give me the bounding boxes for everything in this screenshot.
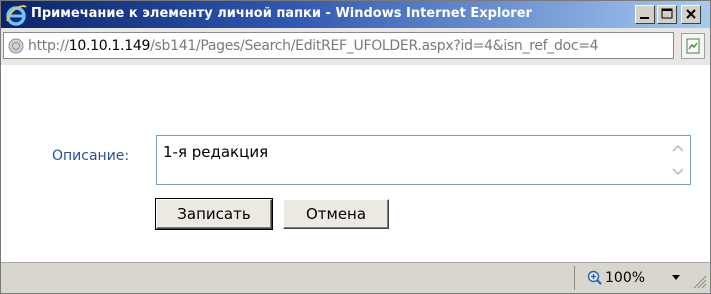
minimize-icon: [640, 17, 649, 19]
address-field[interactable]: http://10.10.1.149/sb141/Pages/Search/Ed…: [3, 32, 674, 59]
page-icon: [8, 38, 24, 54]
address-scheme: http://: [28, 38, 69, 54]
close-icon: [686, 9, 696, 19]
cancel-button[interactable]: Отмена: [283, 199, 389, 229]
address-url: http://10.10.1.149/sb141/Pages/Search/Ed…: [28, 38, 599, 54]
title-bar[interactable]: Примечание к элементу личной папки - Win…: [1, 1, 710, 28]
compatibility-view-button[interactable]: [681, 33, 705, 59]
description-label: Описание:: [52, 148, 130, 164]
ie-logo-icon: [6, 5, 27, 26]
address-bar: http://10.10.1.149/sb141/Pages/Search/Ed…: [1, 28, 710, 65]
description-scrollbar[interactable]: [666, 136, 690, 184]
close-button[interactable]: [681, 5, 701, 24]
address-path: /sb141/Pages/Search/EditREF_UFOLDER.aspx…: [150, 38, 599, 54]
dropdown-arrow-icon[interactable]: [672, 275, 680, 281]
window-title: Примечание к элементу личной папки - Win…: [31, 6, 532, 21]
resize-grip-icon[interactable]: [691, 273, 707, 289]
scroll-up-icon[interactable]: [672, 144, 684, 152]
page-content: Описание: 1-я редакция Записать Отмена: [1, 65, 710, 262]
zoom-icon: [587, 270, 602, 285]
maximize-button[interactable]: [657, 5, 677, 24]
compatibility-view-icon: [686, 38, 700, 54]
scroll-down-icon[interactable]: [672, 168, 684, 176]
browser-window: Примечание к элементу личной папки - Win…: [0, 0, 711, 294]
address-host: 10.10.1.149: [68, 38, 151, 54]
description-field[interactable]: 1-я редакция: [156, 135, 691, 185]
zoom-control[interactable]: 100%: [574, 266, 688, 290]
minimize-button[interactable]: [635, 5, 655, 24]
status-bar: 100%: [1, 262, 710, 293]
save-button[interactable]: Записать: [155, 198, 273, 230]
zoom-level: 100%: [605, 270, 646, 286]
maximize-icon: [661, 8, 673, 19]
